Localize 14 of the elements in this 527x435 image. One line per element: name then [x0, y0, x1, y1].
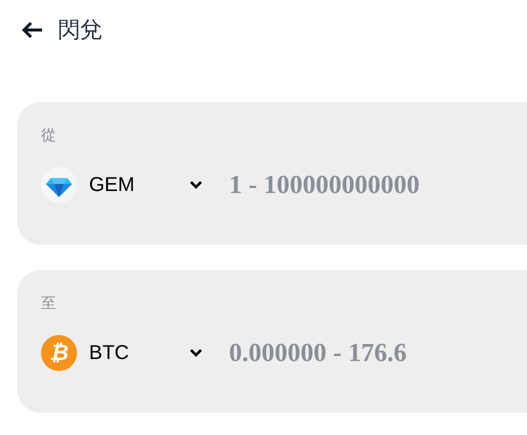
panel-label: 至 [41, 293, 56, 314]
back-arrow-icon[interactable] [20, 20, 44, 40]
gem-icon [41, 166, 77, 202]
panel-label: 從 [41, 125, 56, 146]
chevron-down-icon [189, 180, 203, 190]
token-symbol: BTC [89, 340, 129, 366]
bitcoin-icon: ₿ [41, 334, 77, 370]
token-symbol: GEM [89, 172, 135, 198]
amount-input[interactable]: 0.000000 - 176.6 [229, 333, 527, 372]
token-select[interactable]: ₿ BTC [41, 334, 211, 370]
chevron-down-icon [189, 348, 203, 358]
amount-input[interactable]: 1 - 100000000000 [229, 165, 527, 204]
token-select[interactable]: GEM [41, 166, 211, 202]
page-title: 閃兌 [58, 16, 102, 44]
